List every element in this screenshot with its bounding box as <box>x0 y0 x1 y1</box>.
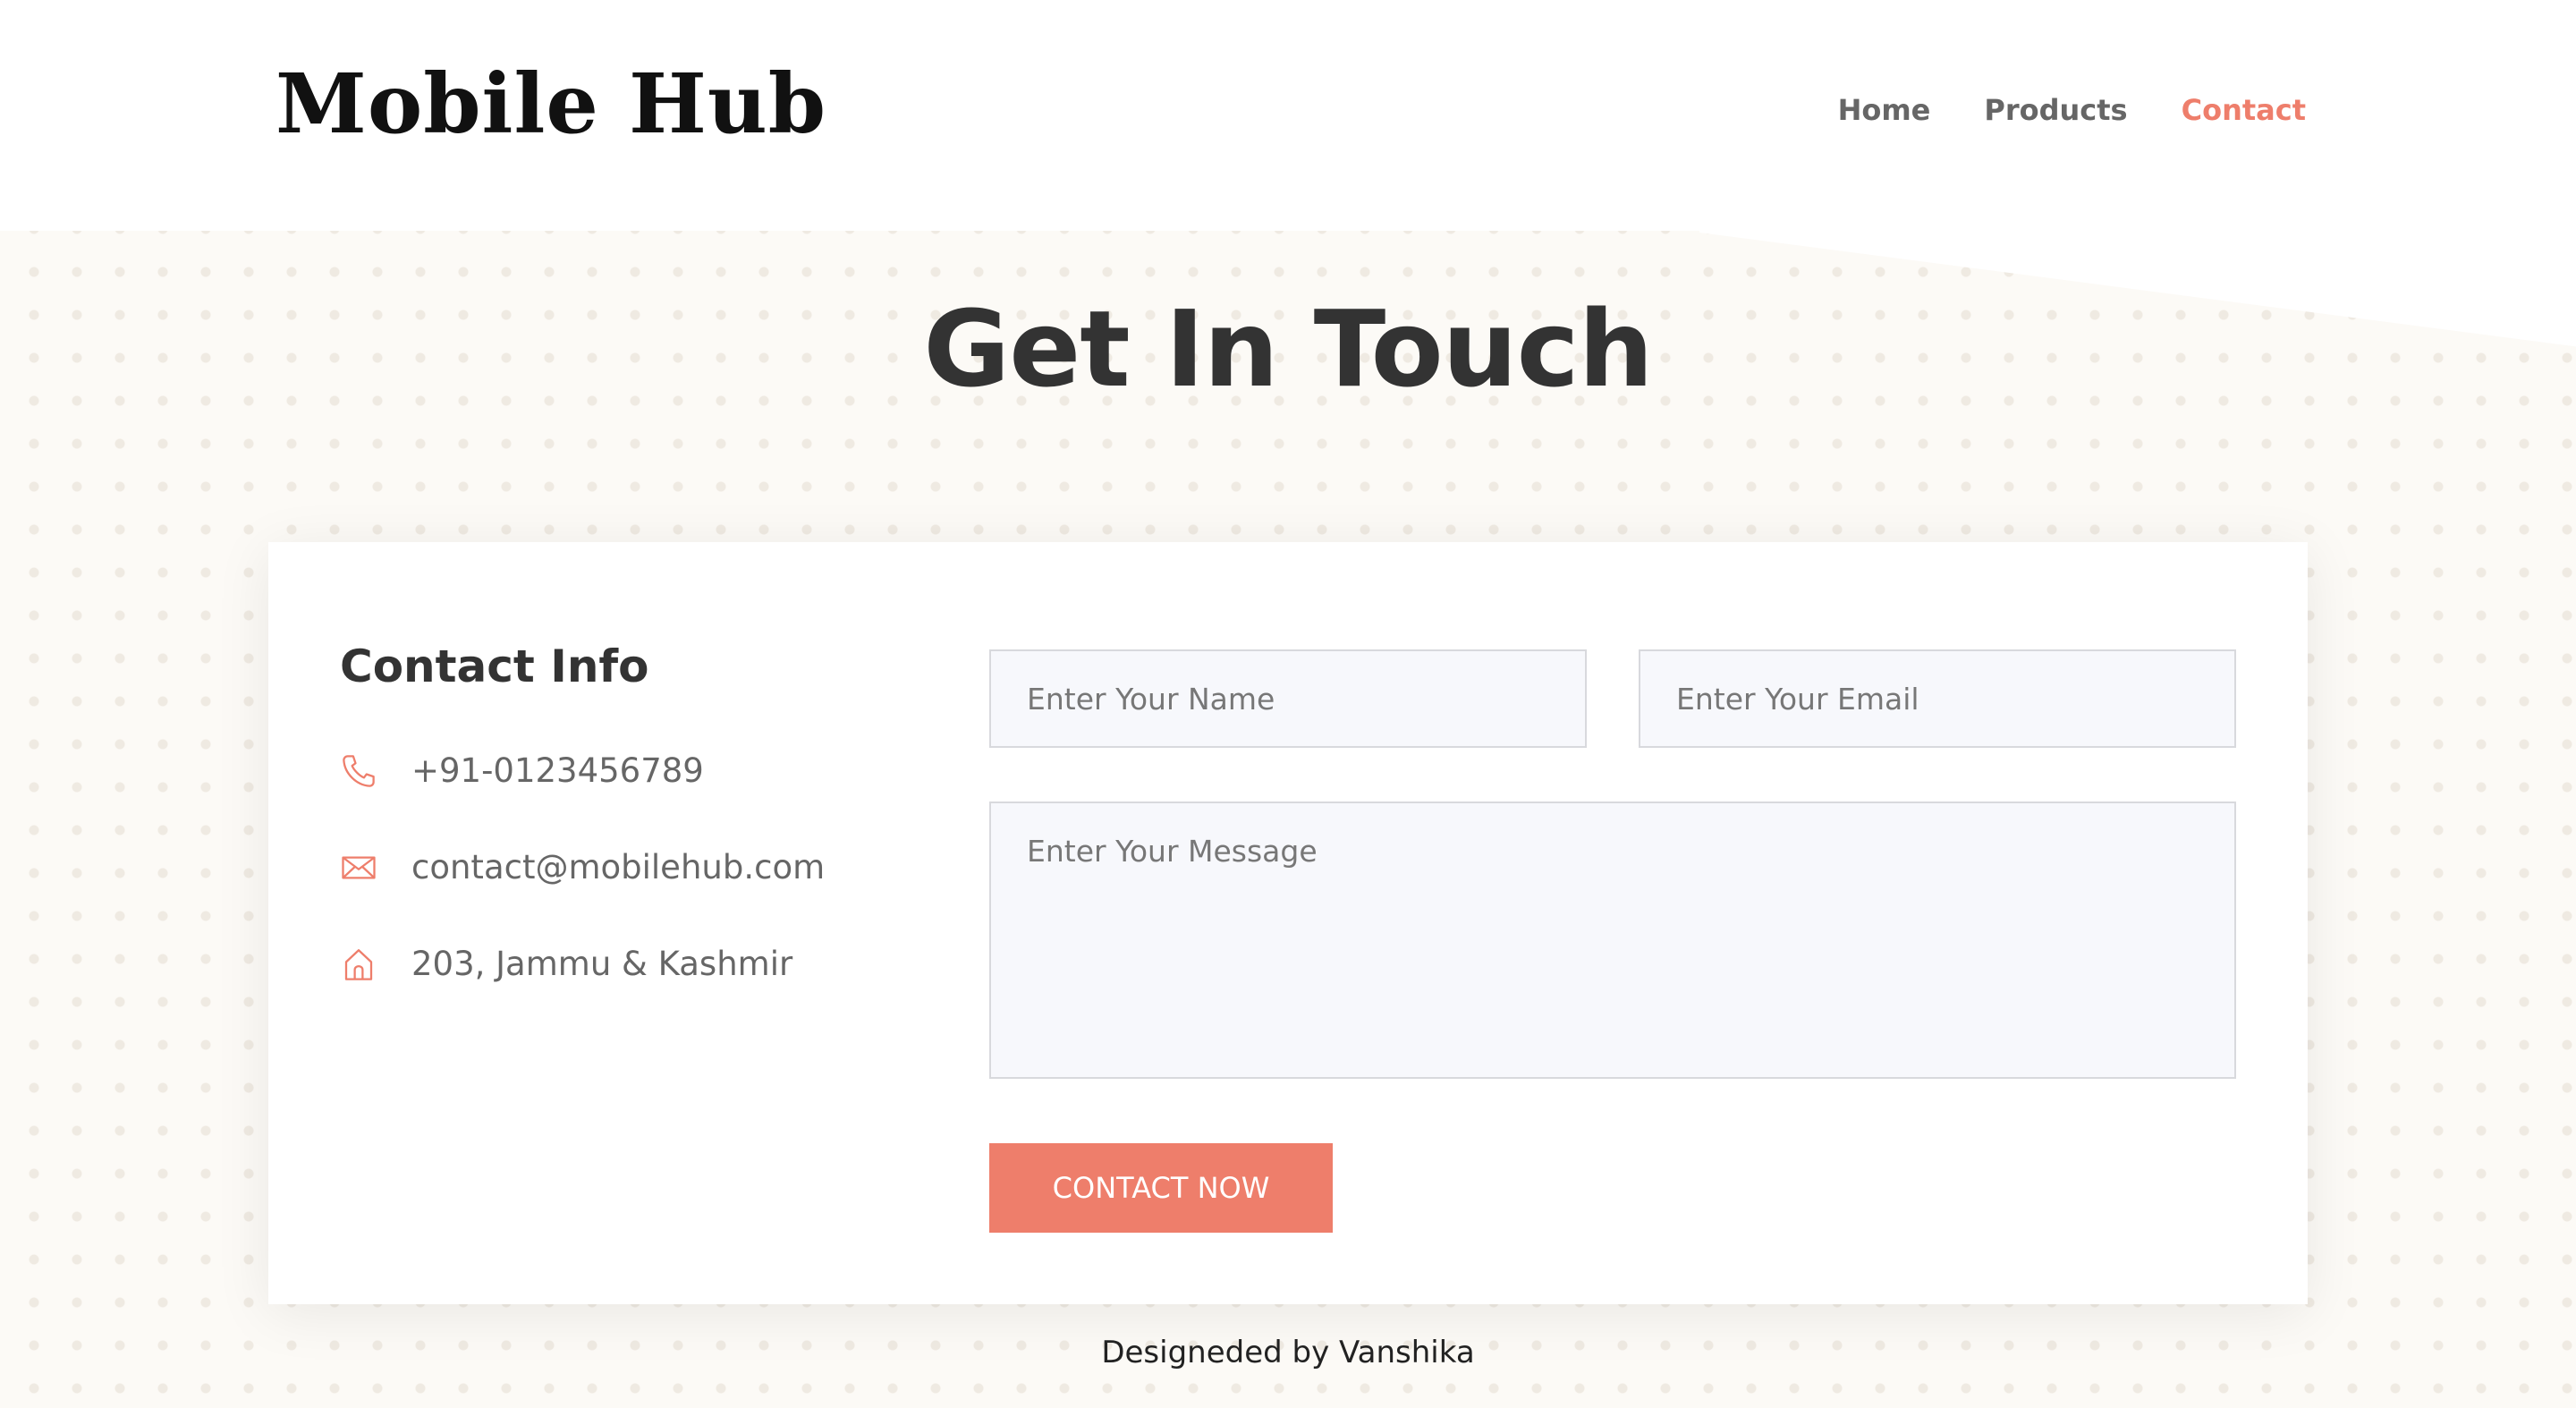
site-header: Mobile Hub Home Products Contact <box>0 0 2576 231</box>
footer-credit: Designeded by Vanshika <box>1101 1335 1475 1370</box>
envelope-icon <box>340 849 377 886</box>
brand-logo[interactable]: Mobile Hub <box>275 63 826 145</box>
phone-icon <box>340 752 377 790</box>
contact-email-row: contact@mobilehub.com <box>340 848 825 886</box>
contact-info-title: Contact Info <box>340 640 649 692</box>
home-icon <box>340 946 377 983</box>
email-input[interactable] <box>1639 649 2236 748</box>
main-nav: Home Products Contact <box>1838 93 2306 127</box>
contact-email-text[interactable]: contact@mobilehub.com <box>411 848 825 886</box>
contact-address-row: 203, Jammu & Kashmir <box>340 945 792 983</box>
contact-card: Contact Info +91-0123456789 contact@mobi… <box>268 542 2308 1304</box>
nav-item-home[interactable]: Home <box>1838 93 1931 127</box>
message-textarea[interactable] <box>989 802 2236 1079</box>
nav-item-contact[interactable]: Contact <box>2182 93 2306 127</box>
page-title: Get In Touch <box>923 287 1653 411</box>
name-input[interactable] <box>989 649 1587 748</box>
contact-phone-text: +91-0123456789 <box>411 751 704 790</box>
contact-phone-row: +91-0123456789 <box>340 751 704 790</box>
contact-now-button[interactable]: CONTACT NOW <box>989 1143 1333 1233</box>
contact-address-text: 203, Jammu & Kashmir <box>411 945 793 983</box>
nav-item-products[interactable]: Products <box>1984 93 2127 127</box>
